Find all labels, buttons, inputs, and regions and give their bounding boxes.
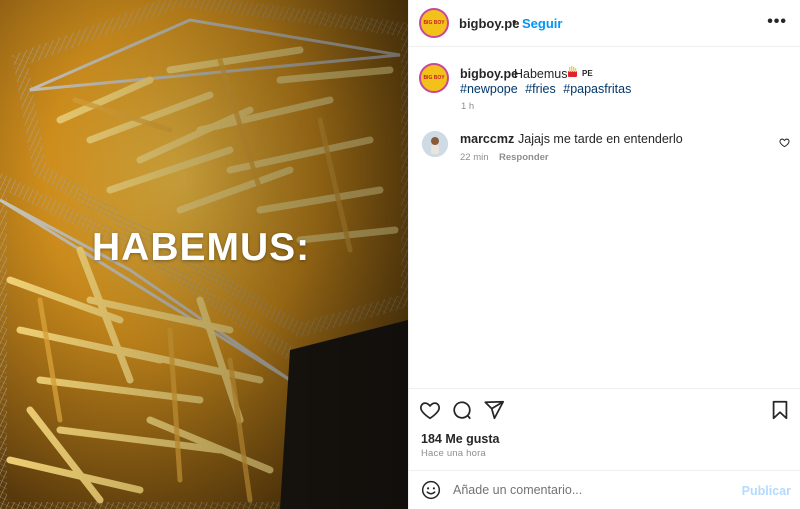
share-send-icon[interactable] <box>483 399 505 421</box>
follow-button[interactable]: Seguir <box>522 16 562 31</box>
comment-bubble-icon[interactable] <box>451 399 473 421</box>
post-timestamp: Hace una hora <box>421 448 486 459</box>
post-actions: 184 Me gusta Hace una hora <box>409 388 800 470</box>
author-username[interactable]: bigboy.pe <box>459 16 519 31</box>
comment-heart-icon[interactable] <box>779 137 790 148</box>
avatar-logo-text: BIG BOY <box>423 74 445 81</box>
comment-input[interactable] <box>453 480 733 500</box>
comment-composer: Publicar <box>409 470 800 509</box>
caption-author-avatar[interactable]: BIG BOY <box>419 63 449 93</box>
comment-time: 22 min <box>460 152 489 163</box>
caption-text: Habemus <box>514 67 568 81</box>
post-image[interactable]: HABEMUS: <box>0 0 408 509</box>
caption-username[interactable]: bigboy.pe <box>460 67 518 81</box>
commenter-username[interactable]: marccmz <box>460 132 514 146</box>
save-bookmark-icon[interactable] <box>769 399 791 421</box>
likes-count[interactable]: 184 Me gusta <box>421 432 500 446</box>
caption-time: 1 h <box>461 101 475 112</box>
image-overlay-text: HABEMUS: <box>92 226 311 269</box>
hashtag-link[interactable]: #newpope <box>460 82 518 96</box>
hashtag-link[interactable]: #papasfritas <box>563 82 631 96</box>
avatar-logo-text: BIG BOY <box>423 19 445 26</box>
instagram-post: HABEMUS: BIG BOY bigboy.pe • Seguir ••• … <box>0 0 800 509</box>
hashtag-link[interactable]: #fries <box>525 82 556 96</box>
post-header: BIG BOY bigboy.pe • Seguir ••• <box>409 0 800 47</box>
more-options-button[interactable]: ••• <box>767 13 787 31</box>
header-separator: • <box>512 14 517 29</box>
commenter-avatar[interactable] <box>422 131 448 157</box>
reply-button[interactable]: Responder <box>499 152 549 163</box>
author-avatar[interactable]: BIG BOY <box>419 8 449 38</box>
person-photo-icon <box>422 131 448 157</box>
like-heart-icon[interactable] <box>419 399 441 421</box>
comment-text: Jajajs me tarde en entenderlo <box>518 132 683 146</box>
post-side-panel: BIG BOY bigboy.pe • Seguir ••• BIG BOY b… <box>408 0 800 509</box>
country-code: PE <box>582 69 593 78</box>
french-fries-emoji-icon <box>568 66 577 77</box>
emoji-icon[interactable] <box>421 480 441 500</box>
publish-button[interactable]: Publicar <box>742 484 791 498</box>
hashtag-list: #newpope #fries #papasfritas <box>460 82 631 96</box>
